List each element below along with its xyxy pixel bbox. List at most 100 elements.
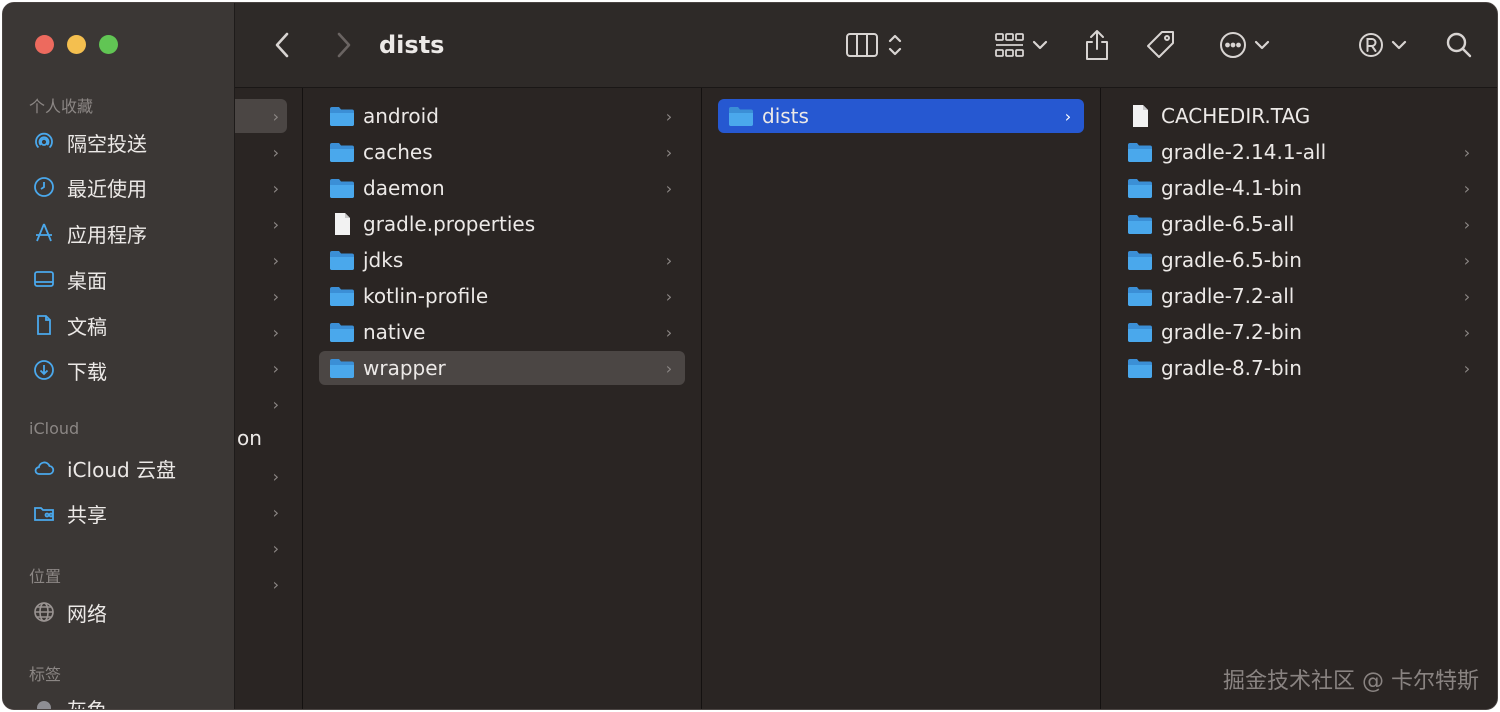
item-name: wrapper	[363, 356, 446, 380]
zoom-window-button[interactable]	[99, 35, 118, 54]
folder-row[interactable]: gradle-7.2-all ›	[1117, 279, 1483, 313]
sidebar-item-shared[interactable]: 共享	[31, 498, 231, 528]
cloud-icon	[31, 455, 57, 481]
folder-icon	[1127, 357, 1153, 379]
item-name: CACHEDIR.TAG	[1161, 104, 1311, 128]
folder-row[interactable]: jdks ›	[319, 243, 685, 277]
sidebar-item-label: 灰色	[67, 697, 107, 710]
sidebar: 个人收藏 隔空投送 最近使用 应用程序 桌面 文稿 下载 iCloud iClo…	[3, 3, 235, 709]
chevron-right-icon: ›	[1463, 142, 1471, 162]
share-icon	[1086, 30, 1108, 60]
view-mode-button[interactable]	[839, 27, 909, 63]
folder-icon	[1127, 285, 1153, 307]
folder-row[interactable]: gradle-6.5-bin ›	[1117, 243, 1483, 277]
sidebar-item-icloud-drive[interactable]: iCloud 云盘	[31, 453, 231, 483]
folder-icon	[1127, 141, 1153, 163]
sidebar-item-applications[interactable]: 应用程序	[31, 218, 231, 248]
folder-icon	[329, 321, 355, 343]
tag-icon	[1147, 31, 1174, 58]
folder-icon	[1127, 213, 1153, 235]
sidebar-item-downloads[interactable]: 下载	[31, 355, 231, 385]
registered-icon	[1359, 33, 1383, 57]
chevron-right-icon: ›	[1064, 106, 1072, 126]
column-browser: › › › › › › › › › on › › › › android › cac…	[235, 88, 1497, 709]
shared-folder-icon	[31, 500, 57, 526]
sidebar-item-airdrop[interactable]: 隔空投送	[31, 127, 231, 157]
column-row[interactable]: ›	[235, 135, 287, 169]
column-row[interactable]: ›	[235, 99, 287, 133]
chevron-right-icon: ›	[1463, 214, 1471, 234]
column-row[interactable]: ›	[235, 531, 287, 565]
folder-row[interactable]: kotlin-profile ›	[319, 279, 685, 313]
search-button[interactable]	[1441, 27, 1477, 63]
finder-window: 个人收藏 隔空投送 最近使用 应用程序 桌面 文稿 下载 iCloud iClo…	[2, 2, 1498, 710]
airdrop-icon	[31, 129, 57, 155]
folder-icon	[329, 141, 355, 163]
item-name: gradle-7.2-all	[1161, 284, 1295, 308]
sidebar-item-tag-gray[interactable]: 灰色	[31, 693, 231, 710]
folder-row[interactable]: gradle-7.2-bin ›	[1117, 315, 1483, 349]
minimize-window-button[interactable]	[67, 35, 86, 54]
column-row[interactable]: ›	[235, 387, 287, 421]
document-icon	[31, 312, 57, 338]
back-button[interactable]	[265, 27, 301, 63]
item-name: gradle.properties	[363, 212, 536, 236]
folder-row[interactable]: native ›	[319, 315, 685, 349]
column-wrapper: dists ›	[702, 88, 1101, 709]
chevron-right-icon: ›	[1463, 358, 1471, 378]
item-name: kotlin-profile	[363, 284, 489, 308]
sidebar-item-documents[interactable]: 文稿	[31, 310, 231, 340]
sidebar-item-label: 文稿	[67, 314, 107, 339]
sidebar-item-network[interactable]: 网络	[31, 597, 231, 627]
column-row[interactable]: ›	[235, 279, 287, 313]
column-row[interactable]: ›	[235, 351, 287, 385]
chevron-right-icon: ›	[665, 178, 673, 198]
folder-row[interactable]: gradle-8.7-bin ›	[1117, 351, 1483, 385]
share-button[interactable]	[1081, 27, 1113, 63]
group-button[interactable]	[990, 27, 1052, 63]
folder-row[interactable]: daemon ›	[319, 171, 685, 205]
ellipsis-circle-icon	[1220, 32, 1246, 58]
folder-icon	[329, 105, 355, 127]
folder-row[interactable]: gradle-6.5-all ›	[1117, 207, 1483, 241]
column-row[interactable]: ›	[235, 171, 287, 205]
sidebar-item-desktop[interactable]: 桌面	[31, 264, 231, 294]
chevron-right-icon: ›	[665, 286, 673, 306]
column-row[interactable]: ›	[235, 207, 287, 241]
sidebar-item-recents[interactable]: 最近使用	[31, 172, 231, 202]
column-row[interactable]: ›	[235, 567, 287, 601]
more-actions-button[interactable]	[1215, 27, 1273, 63]
folder-row[interactable]: wrapper ›	[319, 351, 685, 385]
column-row[interactable]: ›	[235, 315, 287, 349]
folder-row[interactable]: gradle-4.1-bin ›	[1117, 171, 1483, 205]
folder-row[interactable]: dists ›	[718, 99, 1084, 133]
tag-dot-icon	[31, 695, 57, 709]
column-row[interactable]: ›	[235, 495, 287, 529]
chevron-down-icon	[1032, 40, 1048, 50]
file-row[interactable]: gradle.properties	[319, 207, 685, 241]
folder-row[interactable]: gradle-2.14.1-all ›	[1117, 135, 1483, 169]
item-name: gradle-4.1-bin	[1161, 176, 1302, 200]
extension-button[interactable]	[1357, 27, 1407, 63]
sidebar-section-tags: 标签	[29, 665, 62, 684]
folder-row[interactable]: android ›	[319, 99, 685, 133]
sidebar-item-label: 桌面	[67, 268, 107, 293]
truncated-item-label[interactable]: on	[237, 426, 262, 450]
folder-icon	[329, 249, 355, 271]
folder-icon	[329, 285, 355, 307]
folder-row[interactable]: caches ›	[319, 135, 685, 169]
column-row[interactable]: ›	[235, 459, 287, 493]
item-name: native	[363, 320, 426, 344]
chevron-right-icon: ›	[665, 322, 673, 342]
close-window-button[interactable]	[35, 35, 54, 54]
folder-icon	[1127, 249, 1153, 271]
item-name: gradle-2.14.1-all	[1161, 140, 1327, 164]
tag-button[interactable]	[1143, 27, 1179, 63]
grid-icon	[995, 33, 1024, 57]
desktop-icon	[31, 266, 57, 292]
column-parent-partial[interactable]: › › › › › › › › › on › › › ›	[235, 88, 303, 709]
column-row[interactable]: ›	[235, 243, 287, 277]
file-row[interactable]: CACHEDIR.TAG	[1117, 99, 1483, 133]
sidebar-item-label: 隔空投送	[67, 131, 147, 156]
forward-button[interactable]	[325, 27, 361, 63]
